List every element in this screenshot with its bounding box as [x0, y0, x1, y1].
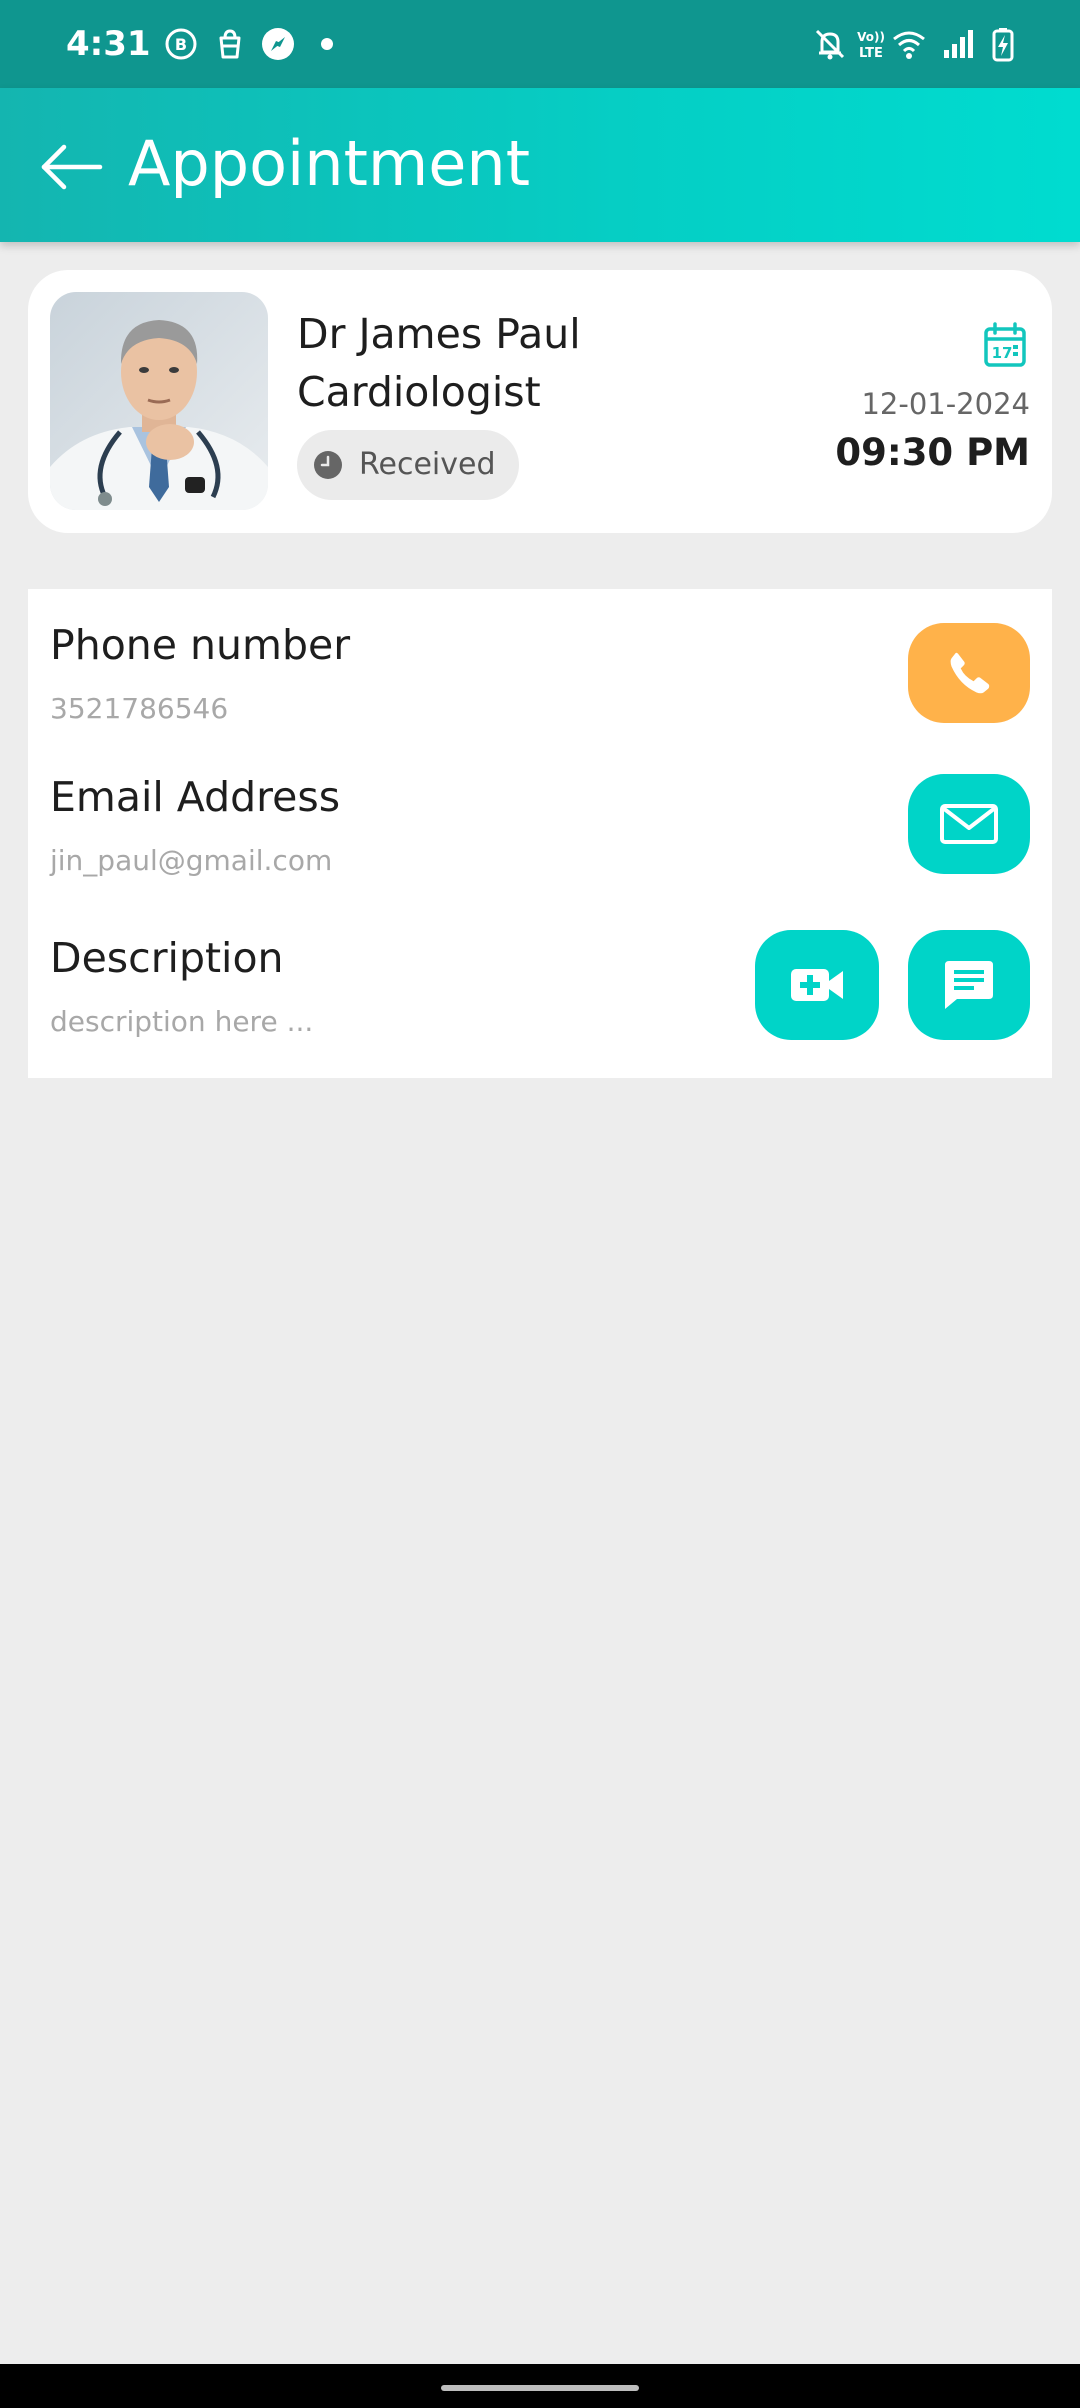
battery-charging-icon: [985, 26, 1021, 62]
status-badge: Received: [297, 430, 519, 500]
appointment-date: 12-01-2024: [861, 387, 1030, 421]
phone-label: Phone number: [50, 621, 351, 669]
b-circle-icon: B: [163, 26, 199, 62]
email-label: Email Address: [50, 773, 341, 821]
back-button[interactable]: [36, 132, 106, 202]
page-title: Appointment: [128, 127, 531, 200]
svg-text:B: B: [175, 35, 187, 54]
arrow-left-icon: [41, 144, 103, 190]
chat-button[interactable]: [908, 930, 1030, 1040]
email-button[interactable]: [908, 774, 1030, 874]
compass-icon: [260, 26, 296, 62]
shopping-bag-icon: [212, 26, 248, 62]
doctor-specialty: Cardiologist: [297, 368, 541, 416]
mail-icon: [940, 804, 998, 844]
phone-value: 3521786546: [50, 692, 229, 725]
email-value: jin_paul@gmail.com: [50, 844, 333, 877]
appointment-time: 09:30 PM: [835, 431, 1030, 474]
description-label: Description: [50, 934, 284, 982]
chat-bubble-icon: [945, 961, 993, 1009]
video-call-button[interactable]: [755, 930, 879, 1040]
doctor-avatar: [50, 292, 268, 510]
status-bar: 4:31 B Vo)) LTE: [0, 0, 1080, 88]
bell-off-icon: [812, 26, 848, 62]
svg-text:17: 17: [992, 344, 1013, 362]
video-camera-icon: [791, 969, 843, 1001]
appointment-card: Dr James Paul Cardiologist Received 17 1…: [28, 270, 1052, 533]
status-time: 4:31: [66, 24, 151, 64]
phone-icon: [950, 652, 990, 694]
clock-icon: [313, 450, 343, 480]
status-label: Received: [359, 447, 496, 482]
volte-icon: Vo)) LTE: [853, 26, 889, 62]
call-button[interactable]: [908, 623, 1030, 723]
calendar-icon: 17: [982, 322, 1028, 368]
svg-text:Vo)): Vo)): [857, 30, 885, 44]
wifi-icon: [891, 26, 927, 62]
dot-icon: [309, 26, 345, 62]
contact-details: Phone number 3521786546 Email Address ji…: [28, 589, 1052, 1078]
app-bar: Appointment: [0, 88, 1080, 242]
home-indicator[interactable]: [441, 2385, 639, 2391]
svg-text:LTE: LTE: [859, 46, 883, 61]
doctor-name: Dr James Paul: [297, 310, 581, 358]
signal-icon: [940, 26, 976, 62]
description-placeholder: description here ...: [50, 1005, 314, 1038]
